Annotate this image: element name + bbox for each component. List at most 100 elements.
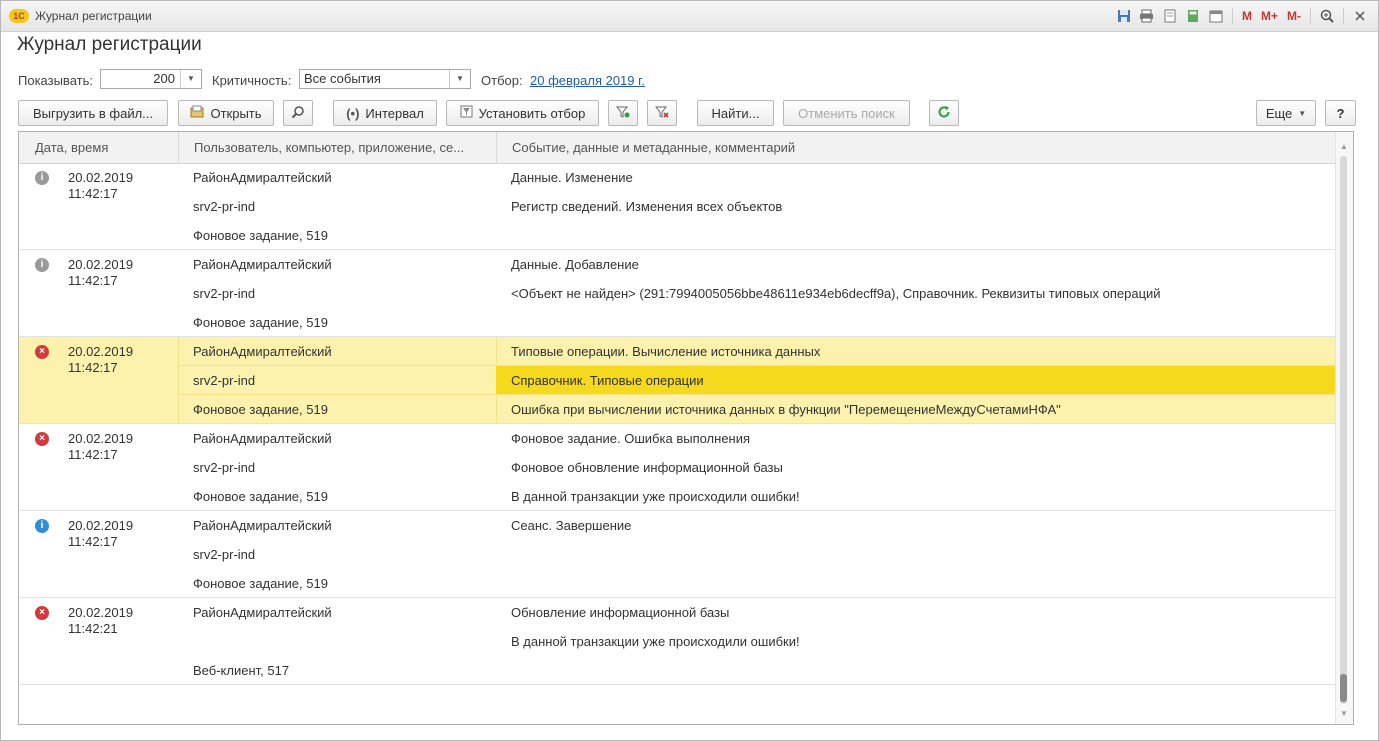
- refresh-button[interactable]: [929, 100, 959, 126]
- scroll-up-icon[interactable]: ▲: [1340, 142, 1348, 151]
- computer-cell: srv2-pr-ind: [193, 286, 256, 301]
- chevron-down-icon[interactable]: ▼: [180, 70, 201, 88]
- date-text: 20.02.2019: [68, 518, 134, 533]
- scrollbar-thumb[interactable]: [1340, 674, 1347, 702]
- vertical-scrollbar[interactable]: ▲ ▼: [1335, 132, 1353, 724]
- scrollbar-track[interactable]: [1340, 156, 1347, 704]
- filter-settings-icon: [460, 105, 473, 121]
- computer-cell: srv2-pr-ind: [193, 547, 256, 562]
- data-cell: Фоновое обновление информационной базы: [511, 460, 783, 475]
- event-cell: Данные. Изменение: [511, 170, 633, 185]
- computer-cell: srv2-pr-ind: [193, 199, 256, 214]
- help-button-label: ?: [1336, 105, 1345, 121]
- error-icon: ×: [35, 432, 49, 446]
- show-count-value: 200: [153, 71, 175, 86]
- help-button[interactable]: ?: [1325, 100, 1356, 126]
- comment-cell: [496, 308, 1337, 337]
- show-count-field[interactable]: 200 ▼: [100, 69, 202, 89]
- datetime-cell: 20.02.2019 11:42:17: [68, 170, 133, 202]
- data-cell-current[interactable]: Справочник. Типовые операции: [496, 366, 1337, 395]
- search-icon: [291, 105, 305, 122]
- computer-cell: srv2-pr-ind: [193, 460, 256, 475]
- column-divider[interactable]: [496, 132, 497, 163]
- table-row-selected[interactable]: × 20.02.2019 11:42:17 РайонАдмиралтейски…: [19, 337, 1337, 424]
- error-icon: ×: [35, 345, 49, 359]
- filter-date-link[interactable]: 20 февраля 2019 г.: [530, 73, 645, 88]
- open-button-label: Открыть: [210, 105, 262, 121]
- export-button[interactable]: Выгрузить в файл...: [18, 100, 168, 126]
- zoom-icon[interactable]: [1317, 6, 1337, 26]
- interval-button[interactable]: (•) Интервал: [333, 100, 437, 126]
- close-icon[interactable]: [1350, 6, 1370, 26]
- column-header-event[interactable]: Событие, данные и метаданные, комментари…: [512, 132, 1112, 163]
- table-header: Дата, время Пользователь, компьютер, при…: [19, 132, 1337, 164]
- time-text: 11:42:17: [68, 447, 118, 462]
- date-text: 20.02.2019: [68, 431, 134, 446]
- time-text: 11:42:21: [68, 621, 118, 636]
- column-divider[interactable]: [178, 132, 179, 163]
- page-title: Журнал регистрации: [17, 34, 202, 55]
- memory-minus-button[interactable]: M-: [1284, 6, 1304, 26]
- clear-filter-button[interactable]: [647, 100, 677, 126]
- more-button[interactable]: Еще ▼: [1256, 100, 1316, 126]
- clear-filter-icon: [654, 105, 669, 122]
- data-cell: [496, 540, 1337, 569]
- info-gray-icon: i: [35, 258, 49, 272]
- computer-cell: srv2-pr-ind: [178, 366, 496, 395]
- event-cell: Сеанс. Завершение: [511, 518, 632, 533]
- open-button[interactable]: Открыть: [178, 100, 274, 126]
- toolbar-separator: [1310, 8, 1311, 24]
- table-body: i 20.02.2019 11:42:17 РайонАдмиралтейски…: [19, 163, 1337, 685]
- chevron-down-icon[interactable]: ▼: [449, 70, 470, 88]
- application-cell: Веб-клиент, 517: [193, 663, 290, 678]
- show-label: Показывать:: [18, 73, 93, 88]
- table-row[interactable]: × 20.02.2019 11:42:17 РайонАдмиралтейски…: [19, 424, 1337, 511]
- memory-plus-button[interactable]: M+: [1258, 6, 1281, 26]
- table-row[interactable]: × 20.02.2019 11:42:21 РайонАдмиралтейски…: [19, 598, 1337, 685]
- filter-label: Отбор:: [481, 73, 523, 88]
- time-text: 11:42:17: [68, 534, 118, 549]
- user-cell: РайонАдмиралтейский: [193, 518, 332, 533]
- table-row[interactable]: i 20.02.2019 11:42:17 РайонАдмиралтейски…: [19, 163, 1337, 250]
- search-button[interactable]: [283, 100, 313, 126]
- application-cell: Фоновое задание, 519: [193, 402, 328, 417]
- app-window: 1С Журнал регистрации M M+ M- Журнал рег…: [0, 0, 1379, 741]
- datetime-cell: 20.02.2019 11:42:21: [68, 605, 133, 637]
- memory-m-button[interactable]: M: [1239, 6, 1255, 26]
- user-cell: РайонАдмиралтейский: [193, 257, 332, 272]
- save-icon[interactable]: [1114, 6, 1134, 26]
- calculator-icon[interactable]: [1183, 6, 1203, 26]
- toolbar-separator: [1231, 8, 1233, 24]
- comment-cell: [496, 569, 1337, 598]
- table-row[interactable]: i 20.02.2019 11:42:17 РайонАдмиралтейски…: [19, 511, 1337, 598]
- scroll-down-icon[interactable]: ▼: [1340, 709, 1348, 718]
- severity-label: Критичность:: [212, 73, 292, 88]
- comment-cell: В данной транзакции уже происходили ошиб…: [511, 489, 800, 504]
- user-cell: РайонАдмиралтейский: [178, 337, 496, 366]
- filter-by-value-button[interactable]: [608, 100, 638, 126]
- calendar-icon[interactable]: [1206, 6, 1226, 26]
- cancel-search-button[interactable]: Отменить поиск: [783, 100, 910, 126]
- set-filter-button-label: Установить отбор: [478, 105, 586, 121]
- event-cell: Данные. Добавление: [511, 257, 639, 272]
- preview-icon[interactable]: [1160, 6, 1180, 26]
- find-button[interactable]: Найти...: [697, 100, 774, 126]
- print-icon[interactable]: [1137, 6, 1157, 26]
- date-text: 20.02.2019: [68, 257, 134, 272]
- data-cell: В данной транзакции уже происходили ошиб…: [511, 634, 800, 649]
- time-text: 11:42:17: [68, 186, 118, 201]
- application-cell: Фоновое задание, 519: [193, 228, 328, 243]
- export-button-label: Выгрузить в файл...: [32, 105, 154, 121]
- column-header-user[interactable]: Пользователь, компьютер, приложение, се.…: [194, 132, 484, 163]
- data-cell: Регистр сведений. Изменения всех объекто…: [511, 199, 783, 214]
- command-bar: Выгрузить в файл... Открыть (•) Интервал…: [18, 100, 1358, 128]
- date-text: 20.02.2019: [68, 170, 134, 185]
- table-row[interactable]: i 20.02.2019 11:42:17 РайонАдмиралтейски…: [19, 250, 1337, 337]
- column-header-datetime[interactable]: Дата, время: [35, 132, 175, 163]
- set-filter-button[interactable]: Установить отбор: [446, 100, 599, 126]
- datetime-cell: 20.02.2019 11:42:17: [68, 518, 133, 550]
- severity-select[interactable]: Все события ▼: [299, 69, 471, 89]
- severity-value: Все события: [304, 71, 381, 86]
- time-text: 11:42:17: [68, 360, 118, 375]
- interval-icon: (•): [346, 105, 360, 121]
